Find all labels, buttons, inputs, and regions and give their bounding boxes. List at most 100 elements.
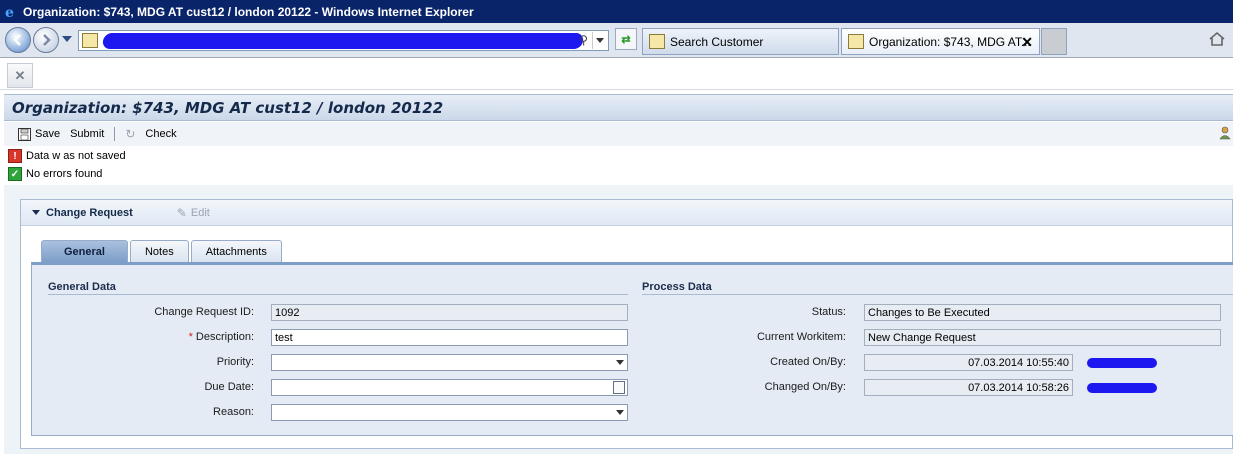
refresh-icon: ⇄ [621,33,631,46]
back-arrow-icon [13,34,21,46]
user-icon[interactable] [1219,126,1231,140]
redacted-url [101,33,585,49]
tab-general-label: General [64,245,105,258]
submit-button[interactable]: Submit [70,128,104,140]
home-icon [1209,31,1225,46]
change-request-panel: Change Request ✎ Edit General Notes Atta… [20,199,1233,449]
home-button[interactable] [1208,31,1228,49]
internet-explorer-icon: e [4,4,20,20]
checkmark-icon: ✓ [8,167,22,181]
content-area: Change Request ✎ Edit General Notes Atta… [4,185,1233,454]
close-icon[interactable]: ✕ [1021,34,1033,51]
redacted-user [1087,383,1157,393]
command-strip: ✕ [0,59,1233,90]
browser-tab-organization[interactable]: Organization: $743, MDG AT... ✕ [841,28,1040,55]
edit-button[interactable]: ✎ Edit [177,206,210,220]
floppy-disk-icon [18,127,31,141]
tab-label: Organization: $743, MDG AT... [869,34,1031,49]
general-data-title: General Data [48,281,116,293]
changed-on-by-field: 07.03.2014 10:58:26 [864,379,1073,396]
svg-text:e: e [5,5,14,20]
description-label-text: Description: [195,331,254,343]
description-value: test [275,331,293,344]
chevron-down-icon[interactable] [616,360,624,365]
pencil-icon: ✎ [176,205,187,220]
created-on-by-field: 07.03.2014 10:55:40 [864,354,1073,371]
toolbar-divider [114,127,116,141]
changed-on-by-value: 07.03.2014 10:58:26 [968,381,1069,394]
address-bar[interactable]: ⚲ [78,30,609,51]
app-toolbar: Save Submit ↻ Check [4,122,1233,146]
page-icon [649,34,665,49]
tab-label: Search Customer [670,34,764,49]
general-tab-body: General Data Change Request ID: 1092 * De… [31,262,1233,436]
created-on-by-value: 07.03.2014 10:55:40 [968,356,1069,369]
description-label: * Description: [92,331,254,343]
section-divider [48,294,628,295]
description-field[interactable]: test [271,329,628,346]
reason-label: Reason: [213,406,254,418]
tab-notes[interactable]: Notes [129,240,189,262]
check-label: Check [145,128,177,140]
change-request-id-value: 1092 [275,306,300,319]
current-workitem-label: Current Workitem: [756,331,846,343]
error-message-text: Data w as not saved [26,150,126,162]
page-title: Organization: $743, MDG AT cust12 / lond… [12,98,444,117]
edit-label: Edit [190,206,210,219]
panel-title: Change Request [46,206,133,219]
save-label: Save [35,128,61,140]
success-message-text: No errors found [26,168,103,180]
refresh-button[interactable]: ⇄ [615,28,637,50]
tab-notes-label: Notes [144,245,174,258]
close-icon: ✕ [14,67,26,83]
current-workitem-value: New Change Request [868,331,976,344]
priority-select[interactable] [271,354,628,371]
required-marker: * [188,331,193,343]
window-title-bar: e Organization: $743, MDG AT cust12 / lo… [0,0,1233,23]
due-date-field[interactable] [271,379,628,396]
change-request-id-label: Change Request ID: [154,306,254,318]
current-workitem-field: New Change Request [864,329,1221,346]
forward-arrow-icon [43,34,51,46]
history-dropdown-icon[interactable] [62,36,72,42]
close-window-button[interactable]: ✕ [7,63,33,88]
section-divider [642,294,1233,295]
page-icon [82,33,98,48]
changed-on-by-label: Changed On/By: [764,381,846,393]
panel-tabs: General Notes Attachments [41,240,284,262]
tab-attachments[interactable]: Attachments [190,240,282,262]
status-label: Status: [811,306,846,318]
window-title: Organization: $743, MDG AT cust12 / lond… [23,4,474,19]
save-button[interactable]: Save [18,127,61,141]
status-value: Changes to Be Executed [868,306,990,319]
change-request-id-field: 1092 [271,304,628,321]
back-button[interactable] [5,27,31,53]
chevron-down-icon [596,37,604,43]
success-message: ✓ No errors found [8,167,102,181]
calendar-icon[interactable] [613,381,625,394]
created-on-by-label: Created On/By: [770,356,846,368]
error-message: ! Data w as not saved [8,149,126,163]
chevron-down-icon[interactable] [616,410,624,415]
search-icon[interactable]: ⚲ [579,33,588,47]
error-icon: ! [8,149,22,163]
tab-general[interactable]: General [41,240,128,262]
check-button[interactable]: Check [145,128,176,140]
address-dropdown-button[interactable] [592,32,607,49]
tab-attachments-label: Attachments [205,245,267,258]
forward-button[interactable] [33,27,59,53]
submit-label: Submit [70,128,105,140]
collapse-caret-icon[interactable] [32,210,40,215]
priority-label: Priority: [216,356,254,368]
reason-select[interactable] [271,404,628,421]
process-data-title: Process Data [642,281,712,293]
browser-tab-search-customer[interactable]: Search Customer [642,28,839,55]
page-icon [848,34,864,49]
change-request-panel-header: Change Request ✎ Edit [21,200,1232,226]
page-header: Organization: $743, MDG AT cust12 / lond… [4,94,1233,121]
refresh-icon: ↻ [125,127,136,141]
status-field: Changes to Be Executed [864,304,1221,321]
redacted-user [1087,358,1157,368]
due-date-label: Due Date: [204,381,254,393]
new-tab-button[interactable] [1041,28,1067,55]
